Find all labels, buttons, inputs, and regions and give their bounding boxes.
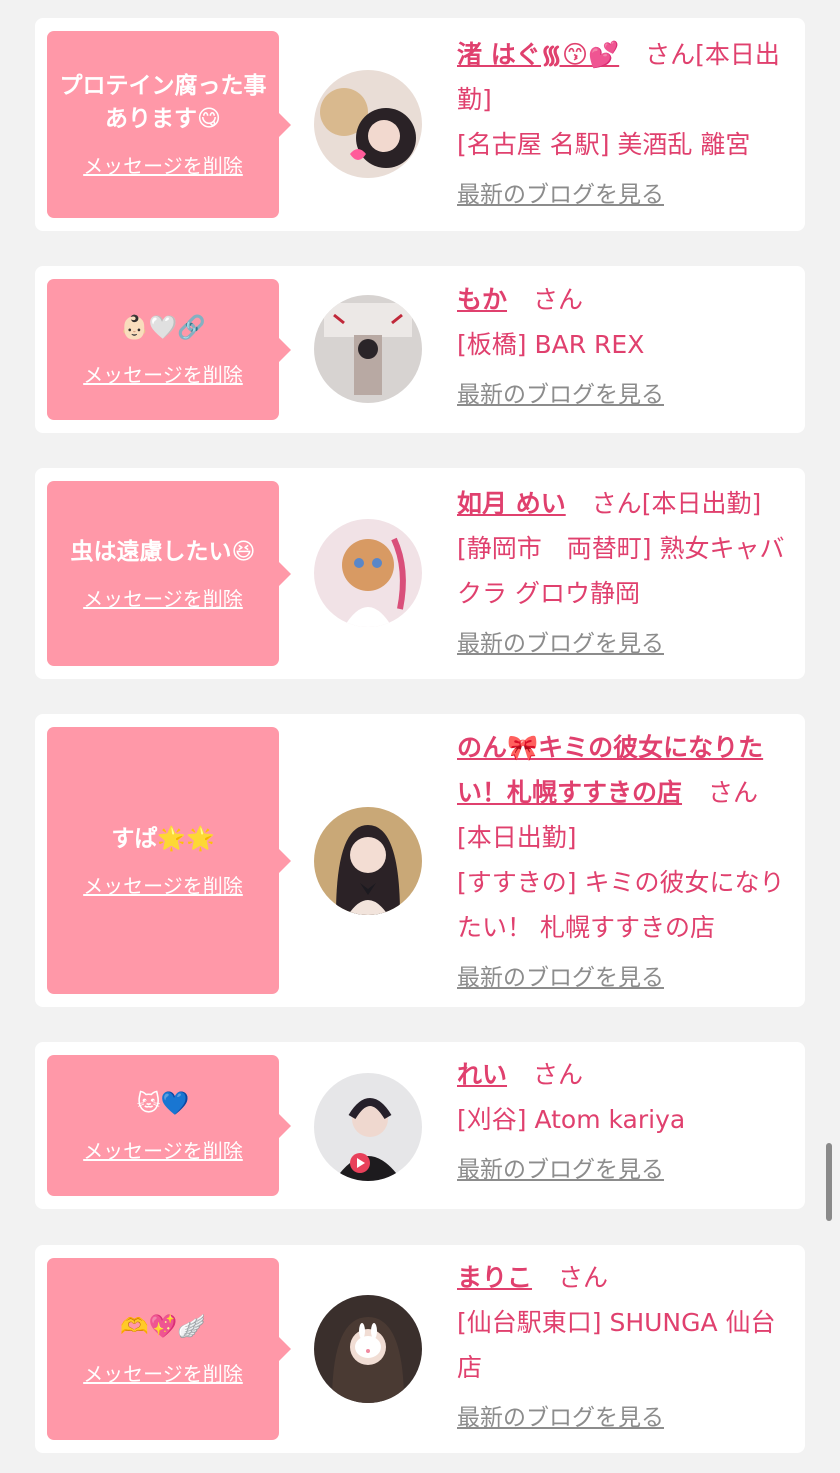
girl-name-link[interactable]: まりこ (457, 1263, 532, 1292)
view-blog-link[interactable]: 最新のブログを見る (457, 962, 792, 994)
girl-info: 渚 はぐ᯾😙💕 さん[本日出勤] [名古屋 名駅] 美酒乱 離宮 最新のブログを… (457, 32, 792, 211)
message-bubble: 👶🏻🤍🔗 メッセージを削除 (47, 279, 291, 420)
view-blog-link[interactable]: 最新のブログを見る (457, 379, 792, 411)
shop-name: [仙台駅東口] SHUNGA 仙台店 (457, 1308, 776, 1382)
avatar[interactable] (314, 519, 422, 627)
honorific: さん (591, 489, 642, 518)
shop-name: [板橋] BAR REX (457, 330, 645, 359)
delete-message-link[interactable]: メッセージを削除 (83, 150, 243, 179)
shop-name: [すすきの] キミの彼女になりたい！ 札幌すすきの店 (457, 868, 785, 942)
message-bubble: 🐱💙 メッセージを削除 (47, 1055, 291, 1196)
status-badge: [本日出勤] (457, 823, 577, 852)
girl-info: 如月 めい さん[本日出勤] [静岡市 両替町] 熟女キャバクラ グロウ静岡 最… (457, 481, 792, 660)
girl-info: れい さん [刈谷] Atom kariya 最新のブログを見る (457, 1052, 792, 1186)
girl-name-link[interactable]: れい (457, 1060, 507, 1089)
honorific: さん (645, 40, 696, 69)
honorific: さん (532, 285, 583, 314)
view-blog-link[interactable]: 最新のブログを見る (457, 179, 792, 211)
shop-name: [静岡市 両替町] 熟女キャバクラ グロウ静岡 (457, 534, 785, 608)
view-blog-link[interactable]: 最新のブログを見る (457, 628, 792, 660)
message-card: すぱ🌟🌟 メッセージを削除 のん🎀キミの彼女になりたい！札幌すすきの店 さん[本… (35, 714, 805, 1007)
message-bubble: 🫶💖🪽 メッセージを削除 (47, 1258, 291, 1440)
honorific: さん (532, 1060, 583, 1089)
message-text: 🐱💙 (136, 1090, 190, 1117)
delete-message-link[interactable]: メッセージを削除 (83, 583, 243, 612)
message-text: プロテイン腐った事あります😋 (59, 73, 267, 132)
message-card: 虫は遠慮したい😆 メッセージを削除 如月 めい さん[本日出勤] [静岡市 両替… (35, 468, 805, 679)
avatar[interactable] (314, 1295, 422, 1403)
shop-name: [刈谷] Atom kariya (457, 1105, 686, 1134)
girl-name-link[interactable]: 渚 はぐ᯾😙💕 (457, 40, 619, 69)
avatar[interactable] (314, 70, 422, 178)
message-bubble: すぱ🌟🌟 メッセージを削除 (47, 727, 291, 994)
view-blog-link[interactable]: 最新のブログを見る (457, 1154, 792, 1186)
message-text: 👶🏻🤍🔗 (120, 314, 206, 341)
girl-info: もか さん [板橋] BAR REX 最新のブログを見る (457, 277, 792, 411)
avatar[interactable] (314, 807, 422, 915)
shop-name: [名古屋 名駅] 美酒乱 離宮 (457, 130, 751, 159)
delete-message-link[interactable]: メッセージを削除 (83, 1135, 243, 1164)
message-card: プロテイン腐った事あります😋 メッセージを削除 渚 はぐ᯾😙💕 さん[本日出勤]… (35, 18, 805, 231)
message-text: 虫は遠慮したい😆 (70, 538, 256, 565)
scrollbar[interactable] (826, 1143, 832, 1221)
delete-message-link[interactable]: メッセージを削除 (83, 870, 243, 899)
girl-info: まりこ さん [仙台駅東口] SHUNGA 仙台店 最新のブログを見る (457, 1255, 792, 1434)
girl-name-link[interactable]: 如月 めい (457, 489, 566, 518)
message-bubble: プロテイン腐った事あります😋 メッセージを削除 (47, 31, 291, 218)
message-card: 🫶💖🪽 メッセージを削除 まりこ さん [仙台駅東口] SHUNGA 仙台店 最… (35, 1245, 805, 1453)
view-blog-link[interactable]: 最新のブログを見る (457, 1402, 792, 1434)
girl-name-link[interactable]: もか (457, 285, 507, 314)
status-badge: [本日出勤] (641, 489, 762, 518)
honorific: さん (707, 778, 758, 807)
message-text: 🫶💖🪽 (120, 1314, 206, 1340)
avatar[interactable] (314, 295, 422, 403)
avatar[interactable] (314, 1073, 422, 1181)
message-text: すぱ🌟🌟 (111, 825, 215, 852)
girl-info: のん🎀キミの彼女になりたい！札幌すすきの店 さん[本日出勤] [すすきの] キミ… (457, 725, 792, 994)
delete-message-link[interactable]: メッセージを削除 (83, 1358, 243, 1387)
message-bubble: 虫は遠慮したい😆 メッセージを削除 (47, 481, 291, 666)
message-card: 👶🏻🤍🔗 メッセージを削除 もか さん [板橋] BAR REX 最新のブログを… (35, 266, 805, 433)
honorific: さん (557, 1263, 608, 1292)
delete-message-link[interactable]: メッセージを削除 (83, 359, 243, 388)
message-card: 🐱💙 メッセージを削除 れい さん [刈谷] Atom kariya 最新のブロ… (35, 1042, 805, 1209)
